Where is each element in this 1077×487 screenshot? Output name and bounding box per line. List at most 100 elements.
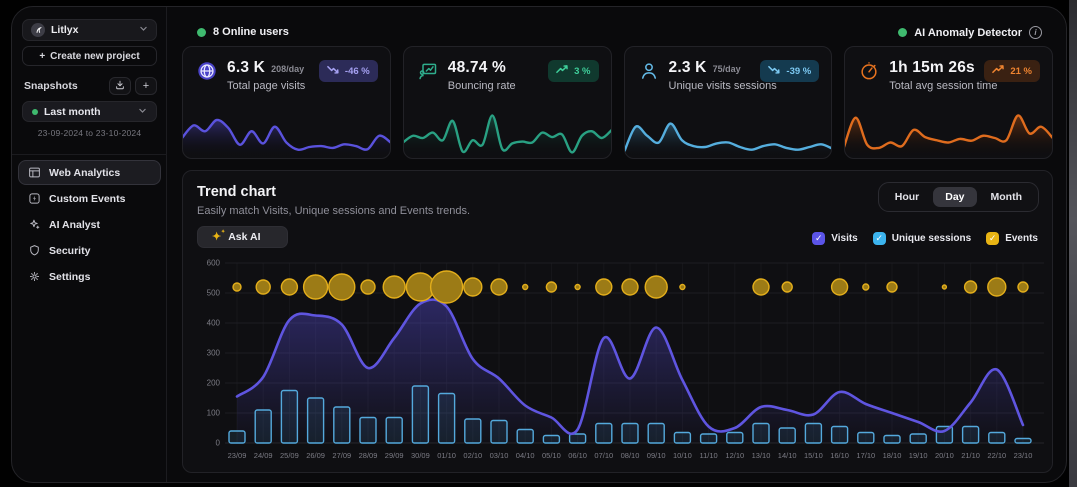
presentation-icon	[416, 59, 440, 83]
events-bubble	[645, 276, 667, 298]
unique-sessions-bar	[1015, 439, 1031, 444]
events-bubble	[491, 279, 507, 295]
timer-icon	[857, 59, 881, 83]
stat-value: 48.74 %	[448, 59, 506, 77]
export-snapshot-button[interactable]	[109, 77, 131, 95]
events-bubble	[988, 278, 1006, 296]
snapshots-row: Snapshots +	[24, 77, 157, 95]
legend-checkbox[interactable]: ✓	[812, 232, 825, 245]
svg-text:600: 600	[207, 259, 221, 268]
svg-text:19/10: 19/10	[909, 451, 928, 460]
svg-text:28/09: 28/09	[359, 451, 378, 460]
svg-text:300: 300	[207, 349, 221, 358]
online-status-dot	[197, 28, 206, 37]
stat-sparkline	[844, 107, 1053, 159]
events-bubble	[546, 282, 556, 292]
ask-ai-label: Ask AI	[228, 231, 260, 243]
create-project-button[interactable]: + Create new project	[22, 46, 157, 66]
main-content: 8 Online users AI Anomaly Detector i 6.3…	[167, 7, 1066, 482]
anomaly-detector-label: AI Anomaly Detector	[914, 27, 1022, 39]
svg-text:200: 200	[207, 379, 221, 388]
svg-text:27/09: 27/09	[332, 451, 351, 460]
unique-sessions-bar	[229, 431, 245, 443]
unique-sessions-bar	[884, 436, 900, 444]
unique-sessions-bar	[281, 391, 297, 444]
sidebar-item-label: Security	[49, 245, 90, 257]
stat-card-bouncing-rate: 48.74 % Bouncing rate 3 %	[403, 46, 612, 159]
svg-text:18/10: 18/10	[883, 451, 902, 460]
svg-text:29/09: 29/09	[385, 451, 404, 460]
range-button-hour[interactable]: Hour	[883, 187, 932, 207]
stat-sparkline	[624, 107, 833, 159]
unique-sessions-bar	[989, 433, 1005, 444]
ask-ai-button[interactable]: ✦ Ask AI	[197, 226, 288, 248]
unique-sessions-bar	[255, 410, 271, 443]
stat-rate: 208/day	[271, 64, 304, 74]
svg-text:30/09: 30/09	[411, 451, 430, 460]
events-bubble	[256, 280, 270, 294]
svg-text:25/09: 25/09	[280, 451, 299, 460]
stat-cards-row: 6.3 K 208/day Total page visits -46 % 48…	[182, 46, 1053, 159]
svg-text:23/10: 23/10	[1014, 451, 1033, 460]
project-selector[interactable]: Litlyx	[22, 19, 157, 41]
svg-text:500: 500	[207, 289, 221, 298]
svg-text:16/10: 16/10	[830, 451, 849, 460]
svg-text:17/10: 17/10	[856, 451, 875, 460]
add-snapshot-button[interactable]: +	[135, 77, 157, 95]
legend-item-unique-sessions[interactable]: ✓ Unique sessions	[873, 232, 971, 245]
unique-sessions-bar	[779, 428, 795, 443]
unique-sessions-bar	[648, 424, 664, 444]
events-bubble	[753, 279, 769, 295]
legend-item-visits[interactable]: ✓ Visits	[812, 232, 858, 245]
info-icon[interactable]: i	[1029, 26, 1042, 39]
trend-up-icon	[992, 63, 1005, 79]
sidebar-divider	[12, 154, 167, 155]
events-bubble	[329, 274, 355, 300]
events-bubble	[887, 282, 897, 292]
unique-sessions-bar	[596, 424, 612, 444]
chevron-down-icon	[139, 24, 148, 36]
sparkle-icon: ✦	[212, 232, 221, 243]
range-segmented-control: Hour Day Month	[878, 182, 1039, 212]
unique-sessions-bar	[517, 430, 533, 444]
snapshot-select[interactable]: Last month	[22, 101, 157, 122]
events-bubble	[622, 279, 638, 295]
sidebar-item-label: AI Analyst	[49, 219, 100, 231]
range-button-month[interactable]: Month	[979, 187, 1035, 207]
stat-label: Bouncing rate	[448, 80, 516, 92]
stat-rate: 75/day	[713, 64, 741, 74]
sidebar-item-security[interactable]: Security	[18, 238, 161, 263]
project-name: Litlyx	[51, 24, 78, 36]
events-bubble	[383, 276, 405, 298]
sidebar-item-custom-events[interactable]: Custom Events	[18, 186, 161, 211]
events-bubble	[361, 280, 375, 294]
sidebar-item-settings[interactable]: Settings	[18, 264, 161, 289]
sidebar-item-label: Web Analytics	[49, 167, 120, 179]
online-users-label: 8 Online users	[213, 26, 289, 38]
sidebar-item-ai-analyst[interactable]: AI Analyst	[18, 212, 161, 237]
trend-chart-subtitle: Easily match Visits, Unique sessions and…	[197, 205, 470, 217]
online-users-indicator: 8 Online users	[197, 26, 289, 38]
legend-item-events[interactable]: ✓ Events	[986, 232, 1038, 245]
trend-chart-canvas[interactable]: 010020030040050060023/0924/0925/0926/092…	[191, 257, 1048, 468]
sidebar-item-web-analytics[interactable]: Web Analytics	[18, 160, 161, 185]
legend-checkbox[interactable]: ✓	[986, 232, 999, 245]
svg-text:01/10: 01/10	[437, 451, 456, 460]
svg-text:09/10: 09/10	[647, 451, 666, 460]
range-button-day[interactable]: Day	[933, 187, 976, 207]
unique-sessions-bar	[570, 434, 586, 443]
svg-text:0: 0	[216, 439, 221, 448]
download-icon	[115, 80, 125, 93]
svg-text:26/09: 26/09	[306, 451, 325, 460]
anomaly-status-dot	[898, 28, 907, 37]
unique-sessions-bar	[308, 398, 324, 443]
svg-text:22/10: 22/10	[987, 451, 1006, 460]
litlyx-logo-icon	[31, 23, 45, 37]
legend-checkbox[interactable]: ✓	[873, 232, 886, 245]
lightning-icon	[28, 192, 41, 205]
snapshots-label: Snapshots	[24, 80, 78, 92]
events-bubble	[233, 283, 241, 291]
events-bubble	[1018, 282, 1028, 292]
sidebar-nav: Web Analytics Custom Events AI Analyst S…	[18, 160, 161, 289]
trend-down-icon	[327, 63, 340, 79]
